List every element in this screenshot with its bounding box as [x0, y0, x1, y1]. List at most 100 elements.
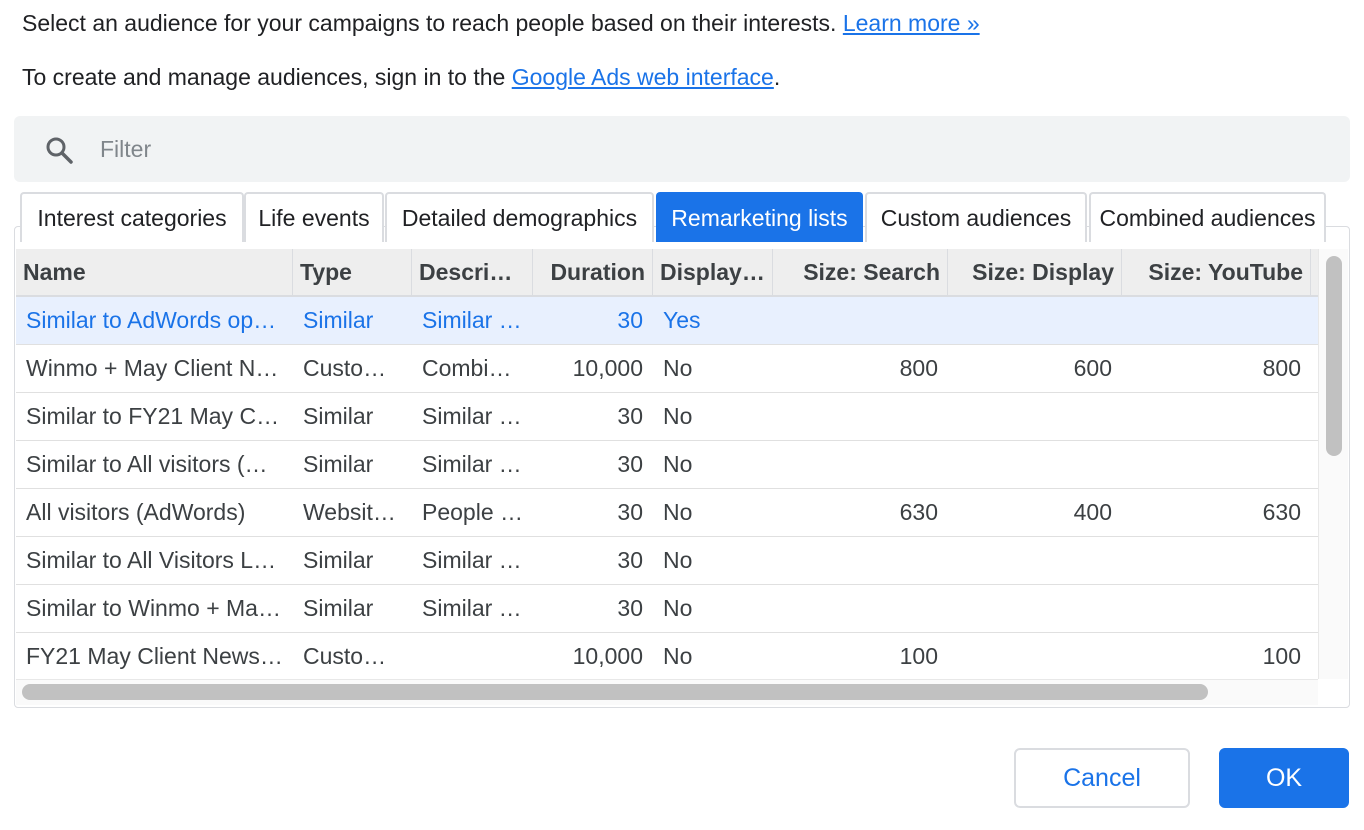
- cell-duration: 30: [617, 547, 643, 573]
- cell-display: No: [663, 355, 693, 381]
- cell-type: Similar: [303, 595, 374, 621]
- cell-size-search: 800: [899, 355, 938, 381]
- cell-name: Winmo + May Client N…: [26, 355, 279, 381]
- intro-text-line1: Select an audience for your campaigns to…: [22, 10, 843, 36]
- cell-duration: 10,000: [572, 355, 643, 381]
- cell-name: All visitors (AdWords): [26, 499, 246, 525]
- cell-description: Similar …: [422, 451, 522, 477]
- filter-bar: [14, 116, 1350, 182]
- cell-type: Custom…: [303, 355, 406, 381]
- table-row[interactable]: Similar to All visitors (… Similar Similar…: [16, 441, 1318, 489]
- cell-size-search: [773, 585, 948, 632]
- cell-name: Similar to Winmo + Ma…: [26, 595, 281, 621]
- cell-type: Similar: [303, 451, 374, 477]
- table-row[interactable]: Similar to All Visitors L… Similar Similar…: [16, 537, 1318, 585]
- cell-display: No: [663, 595, 693, 621]
- learn-more-link[interactable]: Learn more »: [843, 10, 980, 36]
- cell-description: Similar …: [422, 307, 522, 333]
- cell-size-youtube: [1122, 393, 1311, 440]
- cell-type: Websit…: [303, 499, 396, 525]
- cell-description: [412, 633, 533, 679]
- cell-description: Combin…: [422, 355, 525, 381]
- tab-combined-audiences[interactable]: Combined audiences: [1089, 192, 1326, 242]
- cell-type: Custom…: [303, 643, 406, 669]
- cell-description: Similar …: [422, 547, 522, 573]
- cell-duration: 30: [617, 451, 643, 477]
- column-header-display[interactable]: Display …: [653, 249, 773, 295]
- tab-custom-audiences[interactable]: Custom audiences: [865, 192, 1087, 242]
- search-icon: [44, 135, 74, 165]
- filter-input[interactable]: [100, 130, 1300, 168]
- column-header-type[interactable]: Type: [293, 249, 412, 295]
- cell-size-search: [773, 537, 948, 584]
- cell-size-search: 100: [899, 643, 938, 669]
- cell-size-search: [773, 297, 948, 344]
- cell-duration: 30: [617, 499, 643, 525]
- cell-size-youtube: [1122, 585, 1311, 632]
- column-header-description[interactable]: Descripti…: [412, 249, 533, 295]
- cell-size-search: [773, 393, 948, 440]
- cell-size-display: 600: [1073, 355, 1112, 381]
- table-row[interactable]: FY21 May Client News… Custom… 10,000 No 100 1…: [16, 633, 1318, 679]
- cell-name: Similar to AdWords op…: [26, 307, 277, 333]
- tab-life-events[interactable]: Life events: [244, 192, 384, 242]
- audience-table: Name Type Descripti… Duration Display … …: [16, 249, 1318, 679]
- horizontal-scrollbar-thumb[interactable]: [22, 684, 1208, 700]
- cancel-button[interactable]: Cancel: [1014, 748, 1190, 808]
- cell-duration: 30: [617, 403, 643, 429]
- ok-button[interactable]: OK: [1219, 748, 1349, 808]
- cell-size-display: [948, 297, 1122, 344]
- cell-type: Similar: [303, 307, 374, 333]
- column-header-size-display[interactable]: Size: Display: [948, 249, 1122, 295]
- sign-in-text: To create and manage audiences, sign in …: [22, 64, 780, 91]
- cell-description: People …: [422, 499, 524, 525]
- cell-type: Similar: [303, 403, 374, 429]
- column-header-duration[interactable]: Duration: [533, 249, 653, 295]
- cell-size-display: [948, 585, 1122, 632]
- tab-detailed-demographics[interactable]: Detailed demographics: [385, 192, 654, 242]
- cell-name: Similar to All visitors (…: [26, 451, 268, 477]
- cell-duration: 30: [617, 307, 643, 333]
- column-header-size-search[interactable]: Size: Search: [773, 249, 948, 295]
- table-row[interactable]: Similar to Winmo + Ma… Similar Similar … 30…: [16, 585, 1318, 633]
- cell-size-search: [773, 441, 948, 488]
- column-header-name[interactable]: Name: [16, 249, 293, 295]
- cell-display: Yes: [663, 307, 701, 333]
- intro-text: Select an audience for your campaigns to…: [22, 10, 980, 37]
- sign-in-text-suffix: .: [773, 64, 781, 90]
- sign-in-text-prefix: To create and manage audiences, sign in …: [22, 64, 512, 90]
- column-header-size-youtube[interactable]: Size: YouTube: [1122, 249, 1311, 295]
- cell-size-youtube: [1122, 441, 1311, 488]
- cell-display: No: [663, 547, 693, 573]
- tab-remarketing-lists[interactable]: Remarketing lists: [656, 192, 863, 242]
- cell-duration: 30: [617, 595, 643, 621]
- tab-interest-categories[interactable]: Interest categories: [20, 192, 244, 242]
- table-header: Name Type Descripti… Duration Display … …: [16, 249, 1318, 297]
- cell-name: FY21 May Client News…: [26, 643, 283, 669]
- cell-size-display: [948, 537, 1122, 584]
- cell-size-youtube: 630: [1262, 499, 1301, 525]
- cell-description: Similar …: [422, 403, 522, 429]
- google-ads-link[interactable]: Google Ads web interface: [512, 64, 774, 90]
- cell-size-display: [948, 393, 1122, 440]
- cell-display: No: [663, 643, 693, 669]
- vertical-scrollbar-thumb[interactable]: [1326, 256, 1342, 456]
- cell-duration: 10,000: [572, 643, 643, 669]
- table-row[interactable]: Similar to AdWords op… Similar Similar … 30…: [16, 297, 1318, 345]
- table-row[interactable]: Similar to FY21 May Cl… Similar Similar … 3…: [16, 393, 1318, 441]
- cell-display: No: [663, 403, 693, 429]
- table-row[interactable]: All visitors (AdWords) Websit… People … 30 N…: [16, 489, 1318, 537]
- cell-size-display: 400: [1073, 499, 1112, 525]
- cell-size-youtube: 800: [1262, 355, 1301, 381]
- table-row[interactable]: Winmo + May Client N… Custom… Combin… 10,00…: [16, 345, 1318, 393]
- cell-size-display: [948, 441, 1122, 488]
- cell-size-youtube: 100: [1262, 643, 1301, 669]
- cell-description: Similar …: [422, 595, 522, 621]
- cell-size-display: [948, 633, 1122, 679]
- cell-size-search: 630: [899, 499, 938, 525]
- cell-name: Similar to FY21 May Cl…: [26, 403, 285, 429]
- column-header-next[interactable]: S: [1311, 249, 1318, 295]
- cell-size-youtube: [1122, 297, 1311, 344]
- cell-display: No: [663, 451, 693, 477]
- cell-type: Similar: [303, 547, 374, 573]
